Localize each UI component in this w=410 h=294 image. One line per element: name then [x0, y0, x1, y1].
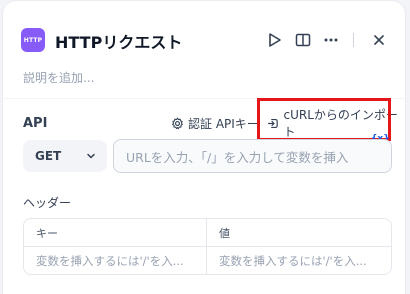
table-row: 変数を挿入するには'/'を入... 変数を挿入するには'/'を入...: [24, 247, 391, 274]
panel-header: HTTP HTTPリクエスト 説明を追加...: [3, 1, 405, 85]
api-label: API: [23, 116, 48, 131]
header-divider: [353, 33, 354, 47]
close-icon[interactable]: [369, 29, 389, 51]
method-value: GET: [35, 149, 62, 163]
http-node-icon-text: HTTP: [23, 36, 43, 44]
section-divider: [3, 98, 405, 99]
column-value-header: 値: [219, 227, 230, 240]
table-header-row: キー 値: [24, 219, 391, 247]
gear-icon: [172, 117, 183, 129]
url-input[interactable]: URLを入力、「/」を入力して変数を挿入: [113, 139, 392, 173]
curl-import-button[interactable]: cURLからのインポート: [267, 108, 405, 139]
auth-label: 認証 APIキー: [188, 116, 259, 131]
node-title[interactable]: HTTPリクエスト: [55, 29, 182, 53]
more-horizontal-icon[interactable]: [321, 29, 341, 51]
headers-label: ヘッダー: [23, 196, 72, 210]
method-select[interactable]: GET: [23, 140, 107, 172]
url-placeholder: URLを入力、「/」を入力して変数を挿入: [126, 149, 349, 165]
header-key-input[interactable]: 変数を挿入するには'/'を入...: [24, 247, 207, 274]
http-node-icon: HTTP: [21, 28, 45, 52]
play-icon[interactable]: [265, 29, 285, 51]
http-request-panel: HTTP HTTPリクエスト 説明を追加... API 認証 APIキー cUR…: [2, 0, 406, 294]
import-icon: [267, 118, 278, 128]
column-key-header: キー: [24, 219, 207, 247]
auth-button[interactable]: 認証 APIキー: [171, 114, 259, 132]
chevron-down-icon: [87, 153, 95, 159]
book-open-icon[interactable]: [293, 29, 313, 51]
description-input[interactable]: 説明を追加...: [23, 69, 94, 86]
headers-table: キー 値 変数を挿入するには'/'を入... 変数を挿入するには'/'を入...: [23, 218, 392, 275]
header-value-input[interactable]: 変数を挿入するには'/'を入...: [207, 247, 391, 274]
